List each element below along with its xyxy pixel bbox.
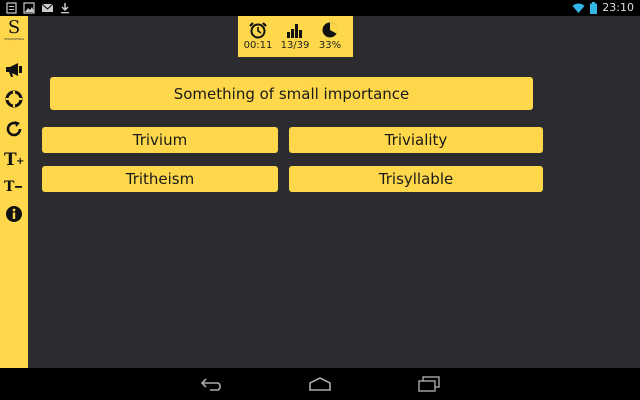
status-time: 23:10 bbox=[602, 1, 634, 14]
logo-text: SESQUIPEDALIA bbox=[4, 38, 24, 41]
home-icon bbox=[309, 377, 331, 391]
notes-icon bbox=[6, 2, 17, 14]
logo-letter: S bbox=[7, 17, 21, 38]
stats-panel: 00:11 13/39 33% bbox=[238, 16, 353, 57]
svg-text:T: T bbox=[4, 179, 15, 195]
recent-apps-button[interactable] bbox=[416, 374, 442, 394]
help-button[interactable] bbox=[4, 89, 24, 109]
system-icons: 23:10 bbox=[572, 1, 634, 15]
battery-icon bbox=[590, 2, 598, 14]
recent-apps-icon bbox=[418, 376, 440, 392]
bar-chart-icon bbox=[287, 24, 302, 38]
back-button[interactable] bbox=[199, 374, 225, 394]
timer-stat: 00:11 bbox=[238, 21, 278, 52]
timer-value: 00:11 bbox=[243, 40, 273, 51]
answer-button-2[interactable]: Triviality bbox=[289, 127, 543, 153]
text-larger-icon: T + bbox=[4, 150, 24, 169]
question-card: Something of small importance bbox=[50, 77, 533, 110]
answer-button-4[interactable]: Trisyllable bbox=[289, 166, 543, 192]
text-smaller-button[interactable]: T bbox=[4, 176, 24, 196]
image-icon bbox=[23, 2, 35, 14]
answer-button-3[interactable]: Tritheism bbox=[42, 166, 278, 192]
announce-button[interactable] bbox=[4, 60, 24, 80]
alarm-clock-icon bbox=[249, 22, 267, 39]
progress-value: 13/39 bbox=[280, 40, 310, 51]
download-icon bbox=[61, 3, 69, 14]
sidebar: S SESQUIPEDALIA T+ T bbox=[0, 16, 28, 368]
text-larger-button[interactable]: T + bbox=[4, 149, 24, 169]
progress-stat: 13/39 bbox=[275, 21, 315, 52]
accuracy-value: 33% bbox=[318, 40, 342, 51]
notification-icons bbox=[6, 2, 70, 14]
svg-text:+: + bbox=[16, 156, 24, 167]
app-logo: S SESQUIPEDALIA bbox=[4, 18, 24, 41]
wifi-icon bbox=[572, 3, 585, 13]
home-button[interactable] bbox=[307, 374, 333, 394]
lifebuoy-icon bbox=[5, 90, 23, 108]
info-button[interactable] bbox=[4, 204, 24, 224]
refresh-icon bbox=[6, 121, 22, 137]
accuracy-stat: 33% bbox=[310, 21, 350, 52]
megaphone-icon bbox=[6, 63, 22, 77]
mail-icon bbox=[41, 3, 54, 12]
back-icon bbox=[200, 378, 221, 391]
text-smaller-icon: T bbox=[4, 179, 22, 195]
info-icon bbox=[6, 206, 22, 222]
navigation-bar bbox=[0, 368, 640, 400]
answer-button-1[interactable]: Trivium bbox=[42, 127, 278, 153]
status-bar: 23:10 bbox=[0, 0, 640, 16]
pie-chart-icon bbox=[322, 22, 338, 38]
refresh-button[interactable] bbox=[4, 119, 24, 139]
